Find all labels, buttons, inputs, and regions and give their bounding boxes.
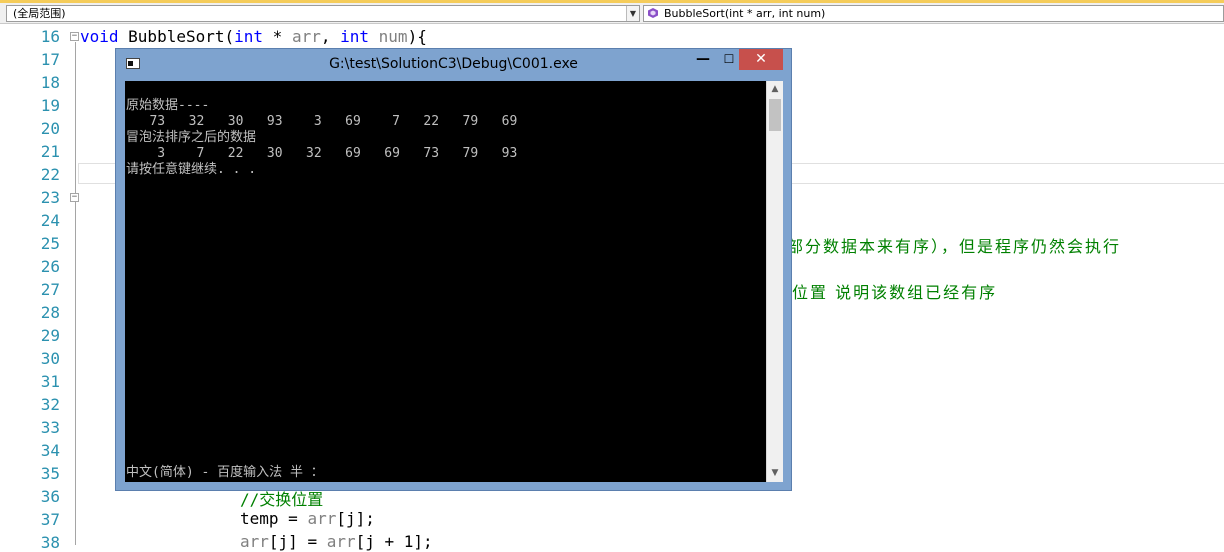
line-number: 18 (40, 73, 60, 92)
code-token: [j] = (268, 532, 327, 551)
scope-value: (全局范围) (13, 7, 66, 20)
parameter-token: num (378, 27, 408, 46)
minimize-button[interactable]: — (690, 49, 716, 70)
comment-token: //交换位置 (240, 490, 324, 509)
ime-status: 中文(简体) - 百度输入法 半 ： (126, 465, 324, 480)
parameter-token: arr (326, 532, 356, 551)
line-number: 28 (40, 303, 60, 322)
scroll-down-icon[interactable]: ▼ (767, 465, 783, 481)
code-token: [j]; (336, 509, 375, 528)
line-number: 31 (40, 372, 60, 391)
code-comment-line25[interactable]: 部分数据本来有序），但是程序仍然会执行 (787, 233, 1121, 257)
scrollbar-thumb[interactable] (769, 99, 781, 131)
code-token: BubbleSort( (118, 27, 235, 46)
chevron-down-icon[interactable]: ▼ (626, 6, 639, 21)
line-number: 38 (40, 533, 60, 552)
line-number: 16 (40, 27, 60, 46)
line-number: 22 (40, 165, 60, 184)
line-number: 24 (40, 211, 60, 230)
console-title-bar[interactable]: G:\test\SolutionC3\Debug\C001.exe — ☐ ✕ (116, 49, 791, 80)
console-scrollbar[interactable]: ▲ ▼ (766, 81, 783, 482)
code-token: * (263, 27, 292, 46)
line-number: 25 (40, 234, 60, 253)
parameter-token: arr (307, 509, 337, 528)
member-value: BubbleSort(int * arr, int num) (664, 7, 826, 20)
line-number: 23 (40, 188, 60, 207)
line-number: 19 (40, 96, 60, 115)
collapse-icon[interactable]: − (70, 193, 79, 202)
method-icon (648, 8, 658, 18)
code-token: , (320, 27, 341, 46)
scope-dropdown[interactable]: (全局范围) ▼ (6, 5, 640, 22)
keyword-token: void (80, 27, 119, 46)
line-number: 30 (40, 349, 60, 368)
line-number: 35 (40, 464, 60, 483)
console-window[interactable]: G:\test\SolutionC3\Debug\C001.exe — ☐ ✕ … (115, 48, 792, 491)
parameter-token: arr (291, 27, 321, 46)
line-number: 29 (40, 326, 60, 345)
parameter-token: arr (240, 532, 269, 551)
close-button[interactable]: ✕ (739, 49, 783, 70)
code-token: temp = (240, 509, 308, 528)
line-number: 20 (40, 119, 60, 138)
scroll-up-icon[interactable]: ▲ (767, 81, 783, 97)
code-line-assign-temp[interactable]: temp = arr[j]; (240, 509, 375, 528)
code-token: ){ (407, 27, 427, 46)
code-line-swap[interactable]: arr[j] = arr[j + 1]; (240, 532, 433, 551)
console-line: 3 7 22 30 32 69 69 73 79 93 (126, 146, 518, 161)
line-number: 36 (40, 487, 60, 506)
console-line: 原始数据---- (126, 98, 210, 113)
code-token: [j + 1]; (355, 532, 433, 551)
keyword-token: int (340, 27, 370, 46)
line-number: 33 (40, 418, 60, 437)
line-number: 21 (40, 142, 60, 161)
keyword-token: int (234, 27, 264, 46)
code-comment-line27[interactable]: 位置 说明该数组已经有序 (792, 279, 997, 303)
code-line-function-signature[interactable]: void BubbleSort(int * arr, int num){ (80, 27, 427, 46)
outline-guide (75, 42, 76, 545)
console-output[interactable]: 原始数据---- 73 32 30 93 3 69 7 22 79 69 冒泡法… (125, 81, 766, 482)
member-dropdown[interactable]: BubbleSort(int * arr, int num) (643, 5, 1224, 22)
console-line: 请按任意键继续. . . (126, 162, 257, 177)
collapse-icon[interactable]: − (70, 32, 79, 41)
line-number: 32 (40, 395, 60, 414)
console-line: 73 32 30 93 3 69 7 22 79 69 (126, 114, 518, 129)
line-number: 37 (40, 510, 60, 529)
line-number-gutter: 16 17 18 19 20 21 22 23 24 25 26 27 28 2… (0, 24, 62, 552)
line-number: 34 (40, 441, 60, 460)
line-number: 26 (40, 257, 60, 276)
line-number: 17 (40, 50, 60, 69)
line-number: 27 (40, 280, 60, 299)
navigation-bar: (全局范围) ▼ BubbleSort(int * arr, int num) (0, 3, 1224, 24)
console-line: 冒泡法排序之后的数据 (126, 130, 257, 145)
